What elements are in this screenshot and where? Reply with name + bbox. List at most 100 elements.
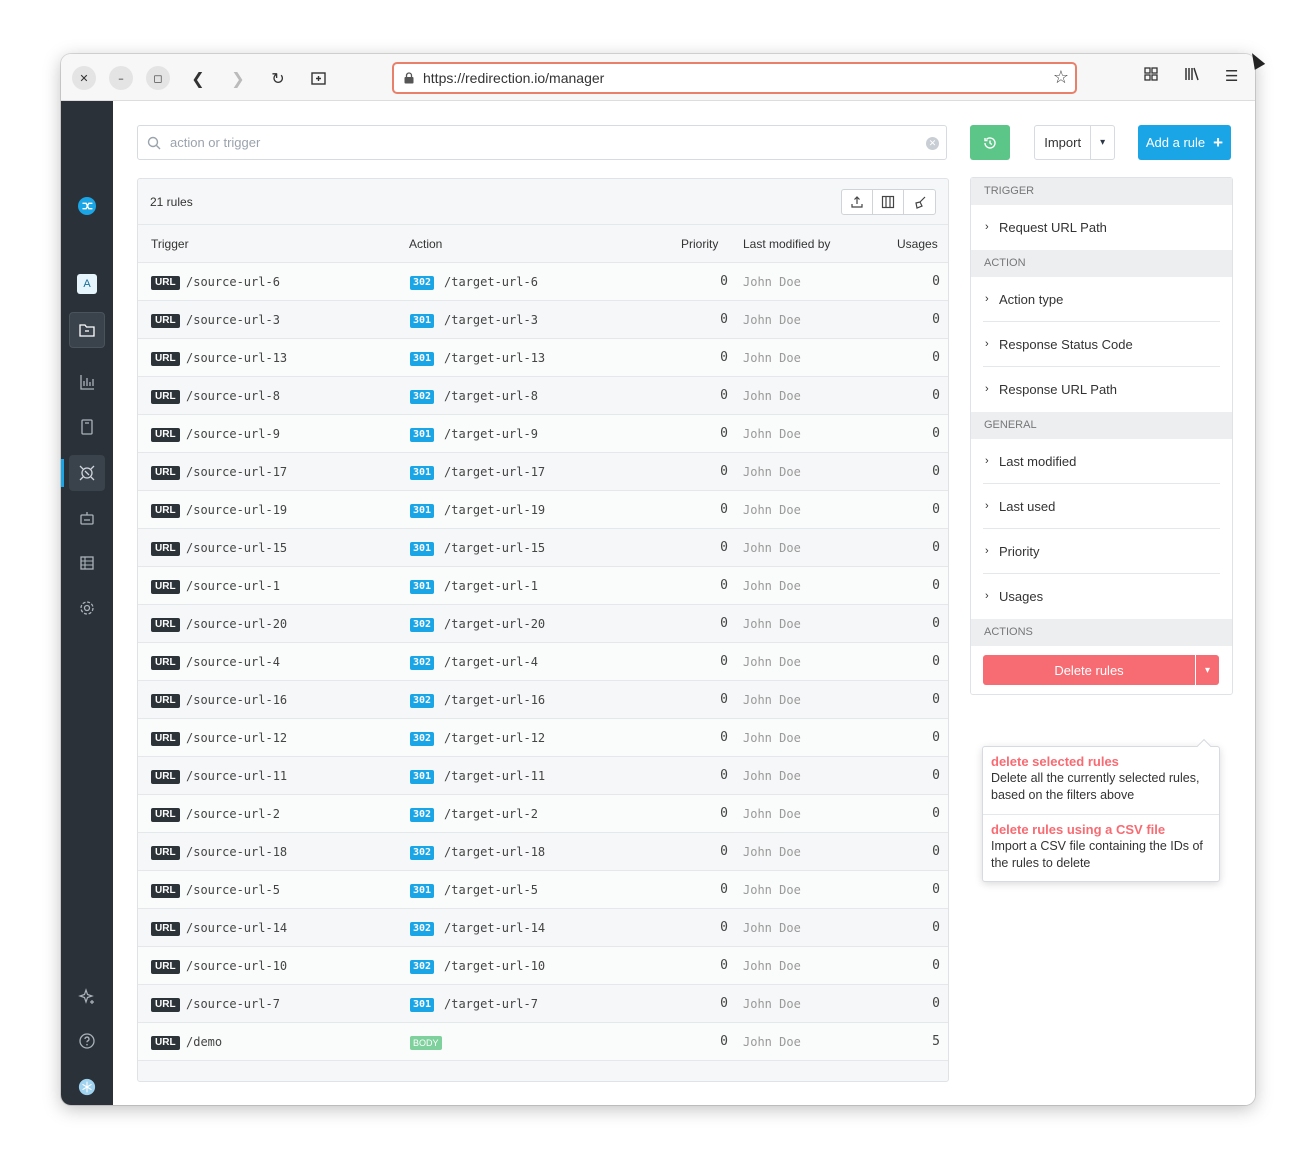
menu-item-delete-csv[interactable]: delete rules using a CSV file Import a C… <box>991 822 1215 872</box>
url-bar[interactable]: https://redirection.io/manager ☆ <box>392 62 1077 94</box>
table-row[interactable]: URL/demo BODY 0 John Doe 5 <box>138 1023 948 1061</box>
col-usages[interactable]: Usages <box>897 237 938 251</box>
usages-value: 0 <box>932 578 940 593</box>
priority-value: 0 <box>720 578 728 593</box>
filter-item[interactable]: › Response Status Code <box>983 322 1220 367</box>
table-row[interactable]: URL/source-url-10 302/target-url-10 0 John … <box>138 947 948 985</box>
table-row[interactable]: URL/source-url-3 301/target-url-3 0 John Do… <box>138 301 948 339</box>
menu-item-delete-selected[interactable]: delete selected rules Delete all the cur… <box>991 754 1215 804</box>
active-indicator <box>61 459 64 487</box>
table-row[interactable]: URL/source-url-6 302/target-url-6 0 John Do… <box>138 263 948 301</box>
folder-icon[interactable] <box>69 312 105 348</box>
filter-item[interactable]: › Last used <box>983 484 1220 529</box>
table-row[interactable]: URL/source-url-15 301/target-url-15 0 John … <box>138 529 948 567</box>
back-icon[interactable]: ❮ <box>186 66 210 90</box>
gear-icon[interactable] <box>69 590 105 626</box>
col-trigger[interactable]: Trigger <box>151 237 189 251</box>
help-icon[interactable] <box>69 1023 105 1059</box>
search-input[interactable]: action or trigger ✕ <box>137 125 947 160</box>
modified-by: John Doe <box>743 579 801 593</box>
grid-icon[interactable] <box>1144 67 1158 85</box>
filter-item[interactable]: › Last modified <box>983 439 1220 484</box>
usages-value: 0 <box>932 616 940 631</box>
usages-value: 0 <box>932 274 940 289</box>
refresh-button[interactable] <box>970 125 1010 160</box>
modified-by: John Doe <box>743 617 801 631</box>
col-action[interactable]: Action <box>409 237 442 251</box>
robot-icon[interactable] <box>69 500 105 536</box>
delete-rules-button[interactable]: Delete rules ▾ <box>983 655 1219 685</box>
broom-icon[interactable] <box>904 190 935 214</box>
import-button[interactable]: Import ▾ <box>1034 125 1115 160</box>
minimize-icon[interactable]: – <box>109 66 133 90</box>
app-sidebar: A › <box>61 101 113 1105</box>
rules-icon[interactable] <box>69 455 105 491</box>
user-avatar-icon[interactable] <box>69 1069 105 1105</box>
menu-caret <box>1196 738 1212 754</box>
columns-icon[interactable] <box>873 190 904 214</box>
table-row[interactable]: URL/source-url-5 301/target-url-5 0 John Do… <box>138 871 948 909</box>
new-tab-icon[interactable] <box>306 66 330 90</box>
clear-icon[interactable]: ✕ <box>926 137 939 150</box>
usages-value: 0 <box>932 768 940 783</box>
priority-value: 0 <box>720 1034 728 1049</box>
filter-section-general: GENERAL <box>971 412 1232 439</box>
table-row[interactable]: URL/source-url-2 302/target-url-2 0 John Do… <box>138 795 948 833</box>
star-icon[interactable]: ☆ <box>1053 67 1069 88</box>
action-target: /target-url-1 <box>444 579 538 593</box>
table-row[interactable]: URL/source-url-8 302/target-url-8 0 John Do… <box>138 377 948 415</box>
add-rule-button[interactable]: Add a rule + <box>1138 125 1231 160</box>
avatar-letter: A <box>77 274 97 294</box>
filter-item-label: Last modified <box>999 454 1077 469</box>
filter-item[interactable]: › Request URL Path <box>983 205 1220 250</box>
trigger-path: /source-url-14 <box>186 921 288 935</box>
table-row[interactable]: URL/source-url-9 301/target-url-9 0 John Do… <box>138 415 948 453</box>
filter-item[interactable]: › Response URL Path <box>983 367 1220 412</box>
table-row[interactable]: URL/source-url-1 301/target-url-1 0 John Do… <box>138 567 948 605</box>
filter-item[interactable]: › Usages <box>983 574 1220 619</box>
table-row[interactable]: URL/source-url-13 301/target-url-13 0 John … <box>138 339 948 377</box>
browser-toolbar: ✕ – ◻ ❮ ❯ ↻ https://redirection.io/manag… <box>61 54 1255 101</box>
chevron-right-icon: › <box>985 221 989 233</box>
table-row[interactable]: URL/source-url-17 301/target-url-17 0 John … <box>138 453 948 491</box>
action-target: /target-url-17 <box>444 465 546 479</box>
export-icon[interactable] <box>842 190 873 214</box>
log-icon[interactable] <box>69 545 105 581</box>
table-row[interactable]: URL/source-url-16 302/target-url-16 0 John … <box>138 681 948 719</box>
filter-item[interactable]: › Action type <box>983 277 1220 322</box>
col-priority[interactable]: Priority <box>681 237 718 251</box>
table-row[interactable]: URL/source-url-20 302/target-url-20 0 John … <box>138 605 948 643</box>
action-target: /target-url-4 <box>444 655 538 669</box>
filter-item[interactable]: › Priority <box>983 529 1220 574</box>
forward-icon[interactable]: ❯ <box>226 66 250 90</box>
table-row[interactable]: URL/source-url-11 301/target-url-11 0 John … <box>138 757 948 795</box>
trigger-path: /source-url-7 <box>186 997 280 1011</box>
chevron-down-icon[interactable]: ▾ <box>1195 655 1219 685</box>
table-row[interactable]: URL/source-url-12 302/target-url-12 0 John … <box>138 719 948 757</box>
hamburger-icon[interactable]: ☰ <box>1225 67 1238 85</box>
avatar[interactable]: A <box>69 266 105 302</box>
table-tools <box>841 189 936 215</box>
sparkle-icon[interactable] <box>69 979 105 1015</box>
close-icon[interactable]: ✕ <box>72 66 96 90</box>
priority-value: 0 <box>720 312 728 327</box>
priority-value: 0 <box>720 882 728 897</box>
chevron-down-icon[interactable]: ▾ <box>1090 126 1114 159</box>
action-target: /target-url-18 <box>444 845 546 859</box>
col-modified-by[interactable]: Last modified by <box>743 237 830 251</box>
maximize-icon[interactable]: ◻ <box>146 66 170 90</box>
document-icon[interactable] <box>69 409 105 445</box>
chevron-right-icon: › <box>985 590 989 602</box>
table-row[interactable]: URL/source-url-4 302/target-url-4 0 John Do… <box>138 643 948 681</box>
logo-icon[interactable] <box>69 188 105 224</box>
table-row[interactable]: URL/source-url-19 301/target-url-19 0 John … <box>138 491 948 529</box>
library-icon[interactable] <box>1184 67 1200 85</box>
chart-icon[interactable] <box>69 364 105 400</box>
usages-value: 0 <box>932 502 940 517</box>
usages-value: 0 <box>932 920 940 935</box>
reload-icon[interactable]: ↻ <box>266 66 290 90</box>
table-row[interactable]: URL/source-url-7 301/target-url-7 0 John Do… <box>138 985 948 1023</box>
table-row[interactable]: URL/source-url-14 302/target-url-14 0 John … <box>138 909 948 947</box>
table-row[interactable]: URL/source-url-18 302/target-url-18 0 John … <box>138 833 948 871</box>
trigger-type-badge: URL <box>151 542 180 556</box>
